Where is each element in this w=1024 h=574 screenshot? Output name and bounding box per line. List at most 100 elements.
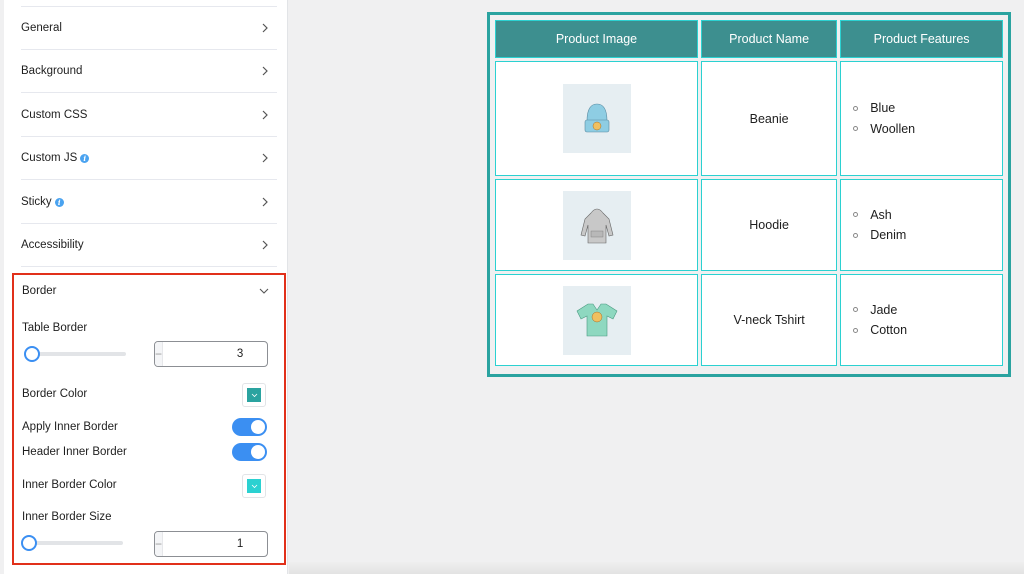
border-color-label: Border Color — [22, 388, 88, 400]
features-cell: Ash Denim — [840, 179, 1003, 271]
features-cell: Blue Woollen — [840, 61, 1003, 176]
accordion-general[interactable]: General — [21, 7, 277, 50]
table-border-label: Table Border — [22, 322, 88, 334]
feature-text: Denim — [870, 228, 907, 242]
feature-text: Cotton — [870, 323, 908, 337]
inner-border-size-slider[interactable] — [21, 535, 123, 551]
header-cell: Product Features — [840, 20, 1003, 58]
custom-css-label: Custom CSS — [21, 109, 88, 121]
color-swatch — [247, 479, 261, 493]
tshirt-icon — [576, 303, 617, 337]
accessibility-label: Accessibility — [21, 239, 84, 251]
bullet-icon — [853, 212, 859, 218]
info-icon[interactable]: i — [54, 197, 64, 207]
name-cell: V-neck Tshirt — [701, 274, 838, 366]
table-row: Beanie Blue Woollen — [495, 61, 1003, 176]
background-label: Background — [21, 65, 83, 77]
slider-thumb[interactable] — [21, 535, 37, 551]
chevron-right-icon — [262, 240, 268, 250]
feature-text: Jade — [870, 302, 898, 317]
accordion-custom-css[interactable]: Custom CSS — [21, 94, 277, 137]
accordion-label: Accessibility — [21, 239, 84, 251]
general-label: General — [21, 22, 62, 34]
table-row: V-neck Tshirt Jade Cotton — [495, 274, 1003, 366]
bullet-icon — [853, 105, 859, 111]
border-section: Border Table Border − + Border Color App… — [12, 273, 286, 565]
header-inner-border-toggle[interactable] — [232, 443, 267, 461]
border-color-picker[interactable] — [242, 383, 266, 407]
tshirt-image — [562, 285, 631, 355]
image-cell — [495, 61, 698, 176]
features-list: Jade Cotton — [853, 300, 1002, 341]
custom-js-label: Custom JS — [21, 152, 78, 164]
chevron-right-icon — [262, 110, 268, 120]
accordion-label: Custom CSS — [21, 109, 87, 121]
accordion-label: Sticky i — [21, 196, 64, 208]
table-border-input[interactable] — [163, 342, 267, 366]
name-cell: Beanie — [701, 61, 838, 176]
header-row: Product Image Product Name Product Featu… — [495, 20, 1003, 58]
accordion-label: Custom JS i — [21, 152, 90, 164]
accordion-label: General — [21, 22, 62, 34]
inner-border-size-input[interactable] — [163, 532, 267, 556]
decrement-button[interactable]: − — [155, 532, 164, 556]
bullet-icon — [853, 232, 859, 238]
hoodie-image — [562, 190, 631, 260]
feature-text: Woollen — [870, 121, 916, 136]
accordion-label: Background — [21, 65, 82, 77]
table-preview: Product Image Product Name Product Featu… — [487, 12, 1011, 377]
toggle-knob — [251, 420, 265, 434]
header-inner-border-label: Header Inner Border — [22, 446, 127, 458]
table-border-stepper[interactable]: − + — [154, 341, 268, 367]
settings-panel: General Background Custom CSS Custom JS i… — [4, 0, 288, 574]
list-item: Denim — [853, 225, 1002, 246]
horizontal-scrollbar[interactable] — [289, 562, 1024, 574]
chevron-right-icon — [262, 153, 268, 163]
inner-border-size-stepper[interactable]: − + — [154, 531, 268, 557]
inner-border-color-label: Inner Border Color — [22, 479, 117, 491]
accordion-background[interactable]: Background — [21, 50, 277, 93]
list-item: Jade — [853, 300, 1002, 321]
header-cell: Product Image — [495, 20, 698, 58]
chevron-right-icon — [262, 23, 268, 33]
feature-text: Ash — [870, 207, 892, 222]
feature-text: Blue — [870, 101, 896, 115]
header-cell: Product Name — [701, 20, 838, 58]
info-icon[interactable]: i — [80, 153, 90, 163]
accordion-accessibility[interactable]: Accessibility — [21, 224, 277, 267]
name-cell: Hoodie — [701, 179, 838, 271]
bullet-icon — [853, 327, 859, 333]
list-item: Woollen — [853, 119, 1002, 140]
hoodie-icon — [580, 208, 613, 244]
border-section-title[interactable]: Border — [22, 285, 57, 297]
table-border-slider[interactable] — [24, 346, 126, 362]
apply-inner-border-label: Apply Inner Border — [22, 421, 118, 433]
chevron-right-icon — [262, 66, 268, 76]
list-item: Ash — [853, 205, 1002, 226]
sticky-label: Sticky — [21, 196, 52, 208]
features-cell: Jade Cotton — [840, 274, 1003, 366]
product-table: Product Image Product Name Product Featu… — [492, 17, 1006, 369]
image-cell — [495, 179, 698, 271]
slider-thumb[interactable] — [24, 346, 40, 362]
decrement-button[interactable]: − — [155, 342, 164, 366]
chevron-right-icon — [262, 197, 268, 207]
inner-border-color-picker[interactable] — [242, 474, 266, 498]
accordion-custom-js[interactable]: Custom JS i — [21, 137, 277, 180]
accordion-sticky[interactable]: Sticky i — [21, 181, 277, 224]
image-cell — [495, 274, 698, 366]
chevron-down-icon — [251, 484, 257, 488]
list-item: Cotton — [853, 320, 1002, 341]
inner-border-size-label: Inner Border Size — [22, 511, 112, 523]
bullet-icon — [853, 126, 859, 132]
color-swatch — [247, 388, 261, 402]
toggle-knob — [251, 445, 265, 459]
chevron-down-icon — [251, 393, 257, 397]
apply-inner-border-toggle[interactable] — [232, 418, 267, 436]
bullet-icon — [853, 307, 859, 313]
chevron-down-icon[interactable] — [258, 286, 270, 296]
features-list: Blue Woollen — [853, 98, 1002, 139]
list-item: Blue — [853, 98, 1002, 119]
features-list: Ash Denim — [853, 205, 1002, 246]
table-row: Hoodie Ash Denim — [495, 179, 1003, 271]
